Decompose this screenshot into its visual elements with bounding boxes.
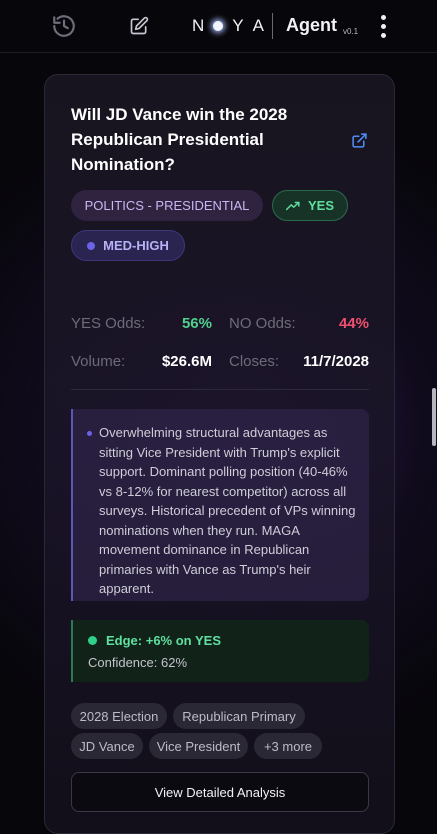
brand-divider <box>272 13 273 39</box>
tag-chip[interactable]: JD Vance <box>71 733 143 759</box>
analysis-box: Overwhelming structural advantages as si… <box>71 409 369 601</box>
confidence-level-label: MED-HIGH <box>103 238 169 253</box>
closes-label: Closes: <box>229 353 280 370</box>
confidence-dot <box>87 241 96 250</box>
edge-dot <box>88 636 97 645</box>
tag-chip[interactable]: 2028 Election <box>71 703 167 729</box>
external-link-icon[interactable] <box>351 132 369 150</box>
edit-icon[interactable] <box>125 12 153 40</box>
tag-chip[interactable]: Vice President <box>149 733 248 759</box>
edge-label: Edge: +6% on YES <box>106 633 221 648</box>
kebab-menu-icon[interactable] <box>374 13 394 41</box>
agent-label: Agent <box>286 15 337 35</box>
confidence-badge: MED-HIGH <box>71 230 185 261</box>
more-tags-chip[interactable]: +3 more <box>254 733 322 759</box>
closes-value: 11/7/2028 <box>303 353 369 370</box>
view-detailed-analysis-button[interactable]: View Detailed Analysis <box>71 772 369 812</box>
yes-odds-label: YES Odds: <box>71 315 146 332</box>
history-icon[interactable] <box>50 12 78 40</box>
analysis-bullet <box>87 431 92 436</box>
market-card: Will JD Vance win the 2028 Republican Pr… <box>44 74 395 834</box>
yes-odds-value: 56% <box>181 315 212 332</box>
version-label: v0.1 <box>343 27 359 36</box>
category-badge: POLITICS - PRESIDENTIAL <box>71 190 263 221</box>
market-title: Will JD Vance win the 2028 Republican Pr… <box>71 105 288 174</box>
tag-chip[interactable]: Republican Primary <box>173 703 305 729</box>
scrollbar[interactable] <box>432 388 436 446</box>
analysis-text: Overwhelming structural advantages as si… <box>99 425 356 596</box>
brand-logo: NYA <box>192 16 273 35</box>
no-odds-value: 44% <box>338 315 369 332</box>
confidence-text: Confidence: 62% <box>88 655 188 670</box>
volume-label: Volume: <box>71 353 126 370</box>
stats-divider <box>71 389 369 390</box>
no-odds-label: NO Odds: <box>229 315 296 332</box>
edge-box: Edge: +6% on YES Confidence: 62% <box>71 620 369 682</box>
recommendation-badge: YES <box>272 190 348 221</box>
trending-up-icon <box>285 201 300 210</box>
volume-value: $26.6M <box>161 353 212 370</box>
recommendation-label: YES <box>307 198 334 213</box>
top-bar: NYA Agent v0.1 <box>0 0 437 53</box>
